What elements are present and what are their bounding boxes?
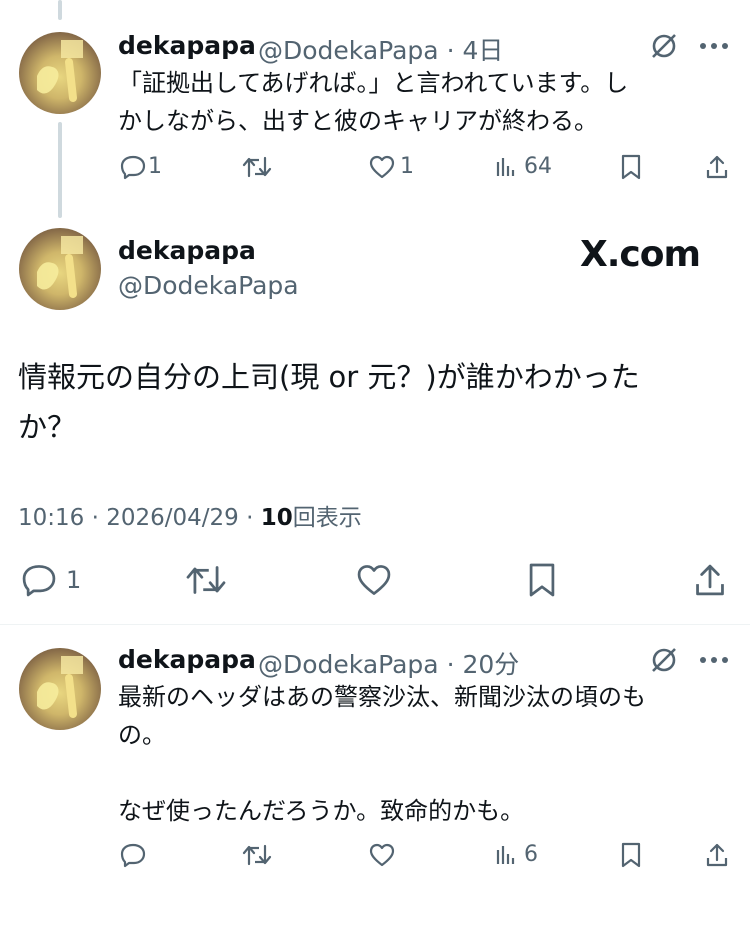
tweet-text-line: かしながら、出すと彼のキャリアが終わる。 <box>118 107 598 135</box>
like-count: 1 <box>400 154 414 179</box>
author-name[interactable]: dekapapa <box>118 645 256 674</box>
tweet-text-line: か？ <box>18 410 77 444</box>
tweet-text-line: の。 <box>118 721 166 749</box>
tweet-time[interactable]: 10:16 <box>18 505 84 531</box>
source-badge: X.com <box>580 234 701 275</box>
tweet-text-line: なぜ使ったんだろうか。致命的かも。 <box>118 797 525 825</box>
retweet-icon[interactable] <box>184 560 228 600</box>
tweet-text-line: 「証拠出してあげれば。」と言われています。し <box>118 69 629 97</box>
views-icon[interactable] <box>494 155 518 179</box>
reply-icon[interactable] <box>118 840 148 870</box>
tweet-meta: 10:16 · 2026/04/29 · 10回表示 <box>18 505 362 531</box>
share-icon[interactable] <box>704 152 730 182</box>
thread-line-top <box>58 0 62 20</box>
avatar[interactable] <box>19 228 101 310</box>
reply-count: 1 <box>66 566 82 594</box>
divider <box>0 624 750 625</box>
avatar[interactable] <box>19 32 101 114</box>
grok-icon[interactable] <box>648 644 680 676</box>
handle-text: @DodekaPapa <box>258 650 439 679</box>
retweet-icon[interactable] <box>241 152 273 182</box>
handle-text: @DodekaPapa <box>258 36 439 65</box>
tweet-text: 最新のヘッダはあの警察沙汰、新聞沙汰の頃のも の。 なぜ使ったんだろうか。致命的… <box>118 678 738 830</box>
share-icon[interactable] <box>704 840 730 870</box>
bookmark-icon[interactable] <box>525 560 559 600</box>
views-count: 6 <box>524 842 538 867</box>
reply-icon[interactable] <box>19 560 59 600</box>
author-name[interactable]: dekapapa <box>118 31 256 60</box>
thread-line-middle <box>58 122 62 218</box>
tweet-text: 情報元の自分の上司(現 or 元？)が誰かわかった か？ <box>18 352 718 452</box>
author-handle[interactable]: @DodekaPapa · 20分 <box>258 645 519 681</box>
like-icon[interactable] <box>354 561 394 599</box>
like-icon[interactable] <box>367 153 397 181</box>
retweet-icon[interactable] <box>241 840 273 870</box>
views-icon[interactable] <box>494 843 518 867</box>
tweet-text-line: 情報元の自分の上司(現 or 元？)が誰かわかった <box>18 360 640 394</box>
author-name[interactable]: dekapapa <box>118 236 256 265</box>
avatar-glyph <box>37 656 83 718</box>
avatar[interactable] <box>19 648 101 730</box>
views-label: 回表示 <box>292 505 362 531</box>
author-handle[interactable]: @DodekaPapa · 4日 <box>258 31 503 67</box>
timestamp[interactable]: 20分 <box>462 650 519 679</box>
tweet-text-line: 最新のヘッダはあの警察沙汰、新聞沙汰の頃のも <box>118 683 646 711</box>
avatar-glyph <box>37 236 83 298</box>
bookmark-icon[interactable] <box>618 152 644 182</box>
more-icon[interactable] <box>698 34 730 58</box>
tweet-text: 「証拠出してあげれば。」と言われています。し かしながら、出すと彼のキャリアが終… <box>118 64 738 140</box>
author-handle[interactable]: @DodekaPapa <box>118 271 299 300</box>
reply-count: 1 <box>148 154 162 179</box>
views-count: 64 <box>524 154 552 179</box>
tweet-date[interactable]: 2026/04/29 <box>106 505 239 531</box>
timestamp[interactable]: 4日 <box>462 36 503 65</box>
avatar-glyph <box>37 40 83 102</box>
like-icon[interactable] <box>367 841 397 869</box>
views-total: 10 <box>260 505 293 531</box>
bookmark-icon[interactable] <box>618 840 644 870</box>
more-icon[interactable] <box>698 648 730 672</box>
reply-icon[interactable] <box>118 152 148 182</box>
grok-icon[interactable] <box>648 30 680 62</box>
share-icon[interactable] <box>692 560 728 600</box>
tweet-text-line <box>118 754 738 792</box>
